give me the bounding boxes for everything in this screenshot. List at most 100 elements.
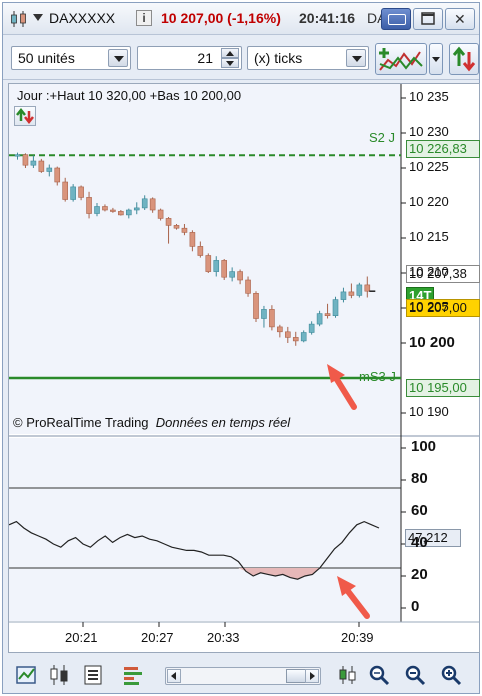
zoom-chart-icon[interactable] xyxy=(15,663,39,687)
osc-tick-label: 20 xyxy=(411,566,428,583)
price-tick-label: 10 225 xyxy=(409,159,449,174)
candle-body xyxy=(70,186,76,200)
candle-style-icon[interactable] xyxy=(47,663,71,687)
price-change: 10 207,00 (-1,16%) xyxy=(161,10,281,26)
osc-tick-label: 60 xyxy=(411,502,428,519)
maximize-button[interactable] xyxy=(413,8,443,30)
chevron-down-icon[interactable] xyxy=(108,49,128,67)
candle-body xyxy=(126,209,132,216)
candle-body xyxy=(62,181,69,200)
candle-body xyxy=(221,260,227,278)
scroll-right-icon[interactable] xyxy=(305,669,319,683)
candle-body xyxy=(205,255,212,272)
maximize-icon xyxy=(421,12,435,25)
candle-body xyxy=(324,313,331,317)
ms3-level-tag: 10 195,00 xyxy=(406,379,480,397)
candle-body xyxy=(22,154,29,166)
osc-tick-label: 100 xyxy=(411,438,437,455)
osc-tick-label: 0 xyxy=(411,598,420,615)
candle-body xyxy=(253,293,259,319)
candle-body xyxy=(86,197,92,214)
osc-tick-label: 40 xyxy=(411,534,428,551)
zoom-fit-icon[interactable] xyxy=(367,663,391,687)
price-tick-label: 10 190 xyxy=(409,404,449,419)
chart-area[interactable]: Jour :+Haut 10 320,00 +Bas 10 200,00 S2 … xyxy=(8,83,480,653)
info-icon[interactable]: i xyxy=(136,10,152,26)
chart-toolbar: 50 unités 21 (x) ticks xyxy=(3,36,479,80)
s2-level-label: S2 J xyxy=(369,130,396,145)
candle-body xyxy=(348,291,355,296)
add-indicator-button[interactable] xyxy=(375,43,427,75)
zoom-out-icon[interactable] xyxy=(403,663,427,687)
ticks-count-value: 21 xyxy=(197,50,213,66)
bottom-toolbar xyxy=(3,655,479,693)
candle-body xyxy=(149,198,156,211)
candle-body xyxy=(245,279,251,294)
candle-body xyxy=(300,332,307,342)
indicator-menu-chevron-icon[interactable] xyxy=(429,43,443,75)
refresh-icon xyxy=(16,107,34,125)
stepper-down-icon[interactable] xyxy=(221,58,239,68)
candle-body xyxy=(308,323,315,333)
volume-profile-icon[interactable] xyxy=(121,663,145,687)
auto-scroll-icon[interactable] xyxy=(335,663,359,687)
clock-time: 20:41:16 xyxy=(299,10,356,26)
symbol-name[interactable]: DAXXXXX xyxy=(49,10,115,26)
candle-body xyxy=(189,232,196,247)
stepper-up-icon[interactable] xyxy=(221,48,239,58)
ticks-mode-select[interactable]: (x) ticks xyxy=(247,46,369,70)
time-tick-label: 20:27 xyxy=(141,630,174,645)
price-tick-label: 10 200 xyxy=(409,334,455,351)
candle-body xyxy=(181,227,188,233)
price-tick-label: 10 235 xyxy=(409,89,449,104)
zoom-in-icon[interactable] xyxy=(439,663,463,687)
candle-body xyxy=(340,291,347,300)
list-view-icon[interactable] xyxy=(81,663,105,687)
symbol-dropdown-icon[interactable] xyxy=(33,14,43,21)
ticks-mode-value: (x) ticks xyxy=(254,50,303,66)
title-bar: DAXXXXX i 10 207,00 (-1,16%) 20:41:16 DA… xyxy=(3,3,479,35)
close-icon: ✕ xyxy=(454,11,466,27)
candle-body xyxy=(110,209,116,212)
daily-high-low-info: Jour :+Haut 10 320,00 +Bas 10 200,00 xyxy=(17,88,242,103)
candle-body xyxy=(78,186,84,198)
price-tick-label: 10 220 xyxy=(409,194,449,209)
units-select[interactable]: 50 unités xyxy=(11,46,131,70)
sync-button[interactable] xyxy=(449,43,479,75)
time-tick-label: 20:21 xyxy=(65,630,98,645)
keyboard-button[interactable] xyxy=(381,8,411,30)
realtime-data-text: Données en temps réel xyxy=(155,415,291,430)
osc-tick-label: 80 xyxy=(411,470,428,487)
oscillator-axis xyxy=(401,447,406,609)
candle-body xyxy=(364,284,371,292)
candle-body xyxy=(332,299,339,317)
candle-body xyxy=(237,271,243,281)
candle-body xyxy=(157,209,164,219)
s2-level-tag: 10 226,83 xyxy=(406,140,480,158)
scrollbar-thumb[interactable] xyxy=(286,669,306,683)
time-axis xyxy=(82,622,360,627)
horizontal-scrollbar[interactable] xyxy=(165,667,321,685)
candle-body xyxy=(102,206,108,211)
time-tick-label: 20:33 xyxy=(207,630,240,645)
sync-arrows-icon xyxy=(452,46,476,72)
candle-body xyxy=(229,271,235,278)
time-tick-label: 20:39 xyxy=(341,630,374,645)
candle-body xyxy=(30,160,37,166)
chevron-down-icon[interactable] xyxy=(346,49,366,67)
candle-body xyxy=(292,337,299,342)
ticks-count-stepper[interactable]: 21 xyxy=(137,46,242,70)
copyright-notice: © ProRealTime Trading Données en temps r… xyxy=(13,415,290,430)
candle-body xyxy=(316,313,323,325)
candle-body xyxy=(165,218,172,226)
candle-body xyxy=(284,331,291,338)
keyboard-icon xyxy=(388,14,406,25)
refresh-button[interactable] xyxy=(14,106,36,126)
close-button[interactable]: ✕ xyxy=(445,8,475,30)
price-tick-label: 10 210 xyxy=(409,264,449,279)
scroll-left-icon[interactable] xyxy=(167,669,181,683)
candlestick-chart-icon[interactable] xyxy=(9,9,29,29)
candle-body xyxy=(133,207,140,211)
candle-body xyxy=(54,167,61,183)
chart-window: DAXXXXX i 10 207,00 (-1,16%) 20:41:16 DA… xyxy=(2,2,480,694)
